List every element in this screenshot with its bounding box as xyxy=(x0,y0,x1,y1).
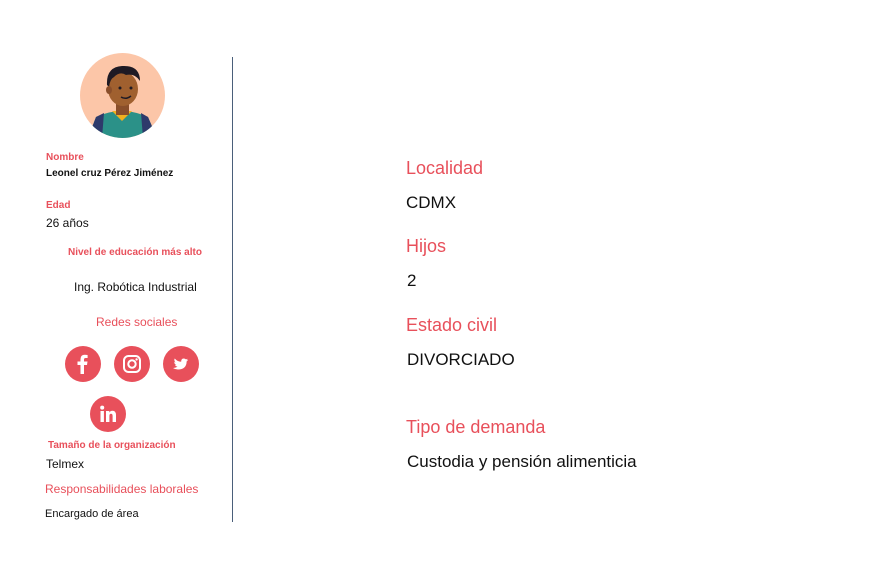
organization-label: Tamaño de la organización xyxy=(48,440,176,451)
locality-value: CDMX xyxy=(406,193,457,212)
responsibilities-value: Encargado de área xyxy=(45,508,139,520)
name-label: Nombre xyxy=(46,152,84,163)
twitter-icon xyxy=(172,358,189,369)
children-value: 2 xyxy=(407,271,417,290)
person-illustration-icon xyxy=(88,65,157,138)
facebook-icon xyxy=(77,354,88,374)
twitter-button[interactable] xyxy=(163,346,199,382)
organization-value: Telmex xyxy=(46,457,85,471)
linkedin-icon xyxy=(100,405,116,422)
education-label: Nivel de educación más alto xyxy=(68,247,202,258)
civil-status-value: DIVORCIADO xyxy=(407,350,515,369)
column-divider xyxy=(232,57,233,522)
avatar xyxy=(80,53,165,138)
responsibilities-label: Responsabilidades laborales xyxy=(45,482,199,496)
age-value: 26 años xyxy=(46,216,89,230)
social-label: Redes sociales xyxy=(96,315,178,329)
demand-type-value: Custodia y pensión alimenticia xyxy=(407,452,637,471)
demand-type-label: Tipo de demanda xyxy=(406,417,546,437)
linkedin-button[interactable] xyxy=(90,396,126,432)
instagram-icon xyxy=(123,355,141,373)
name-value: Leonel cruz Pérez Jiménez xyxy=(46,168,174,179)
instagram-button[interactable] xyxy=(114,346,150,382)
facebook-button[interactable] xyxy=(65,346,101,382)
locality-label: Localidad xyxy=(406,158,484,178)
civil-status-label: Estado civil xyxy=(406,315,498,335)
education-value: Ing. Robótica Industrial xyxy=(74,280,197,294)
children-label: Hijos xyxy=(406,236,447,256)
age-label: Edad xyxy=(46,200,71,211)
